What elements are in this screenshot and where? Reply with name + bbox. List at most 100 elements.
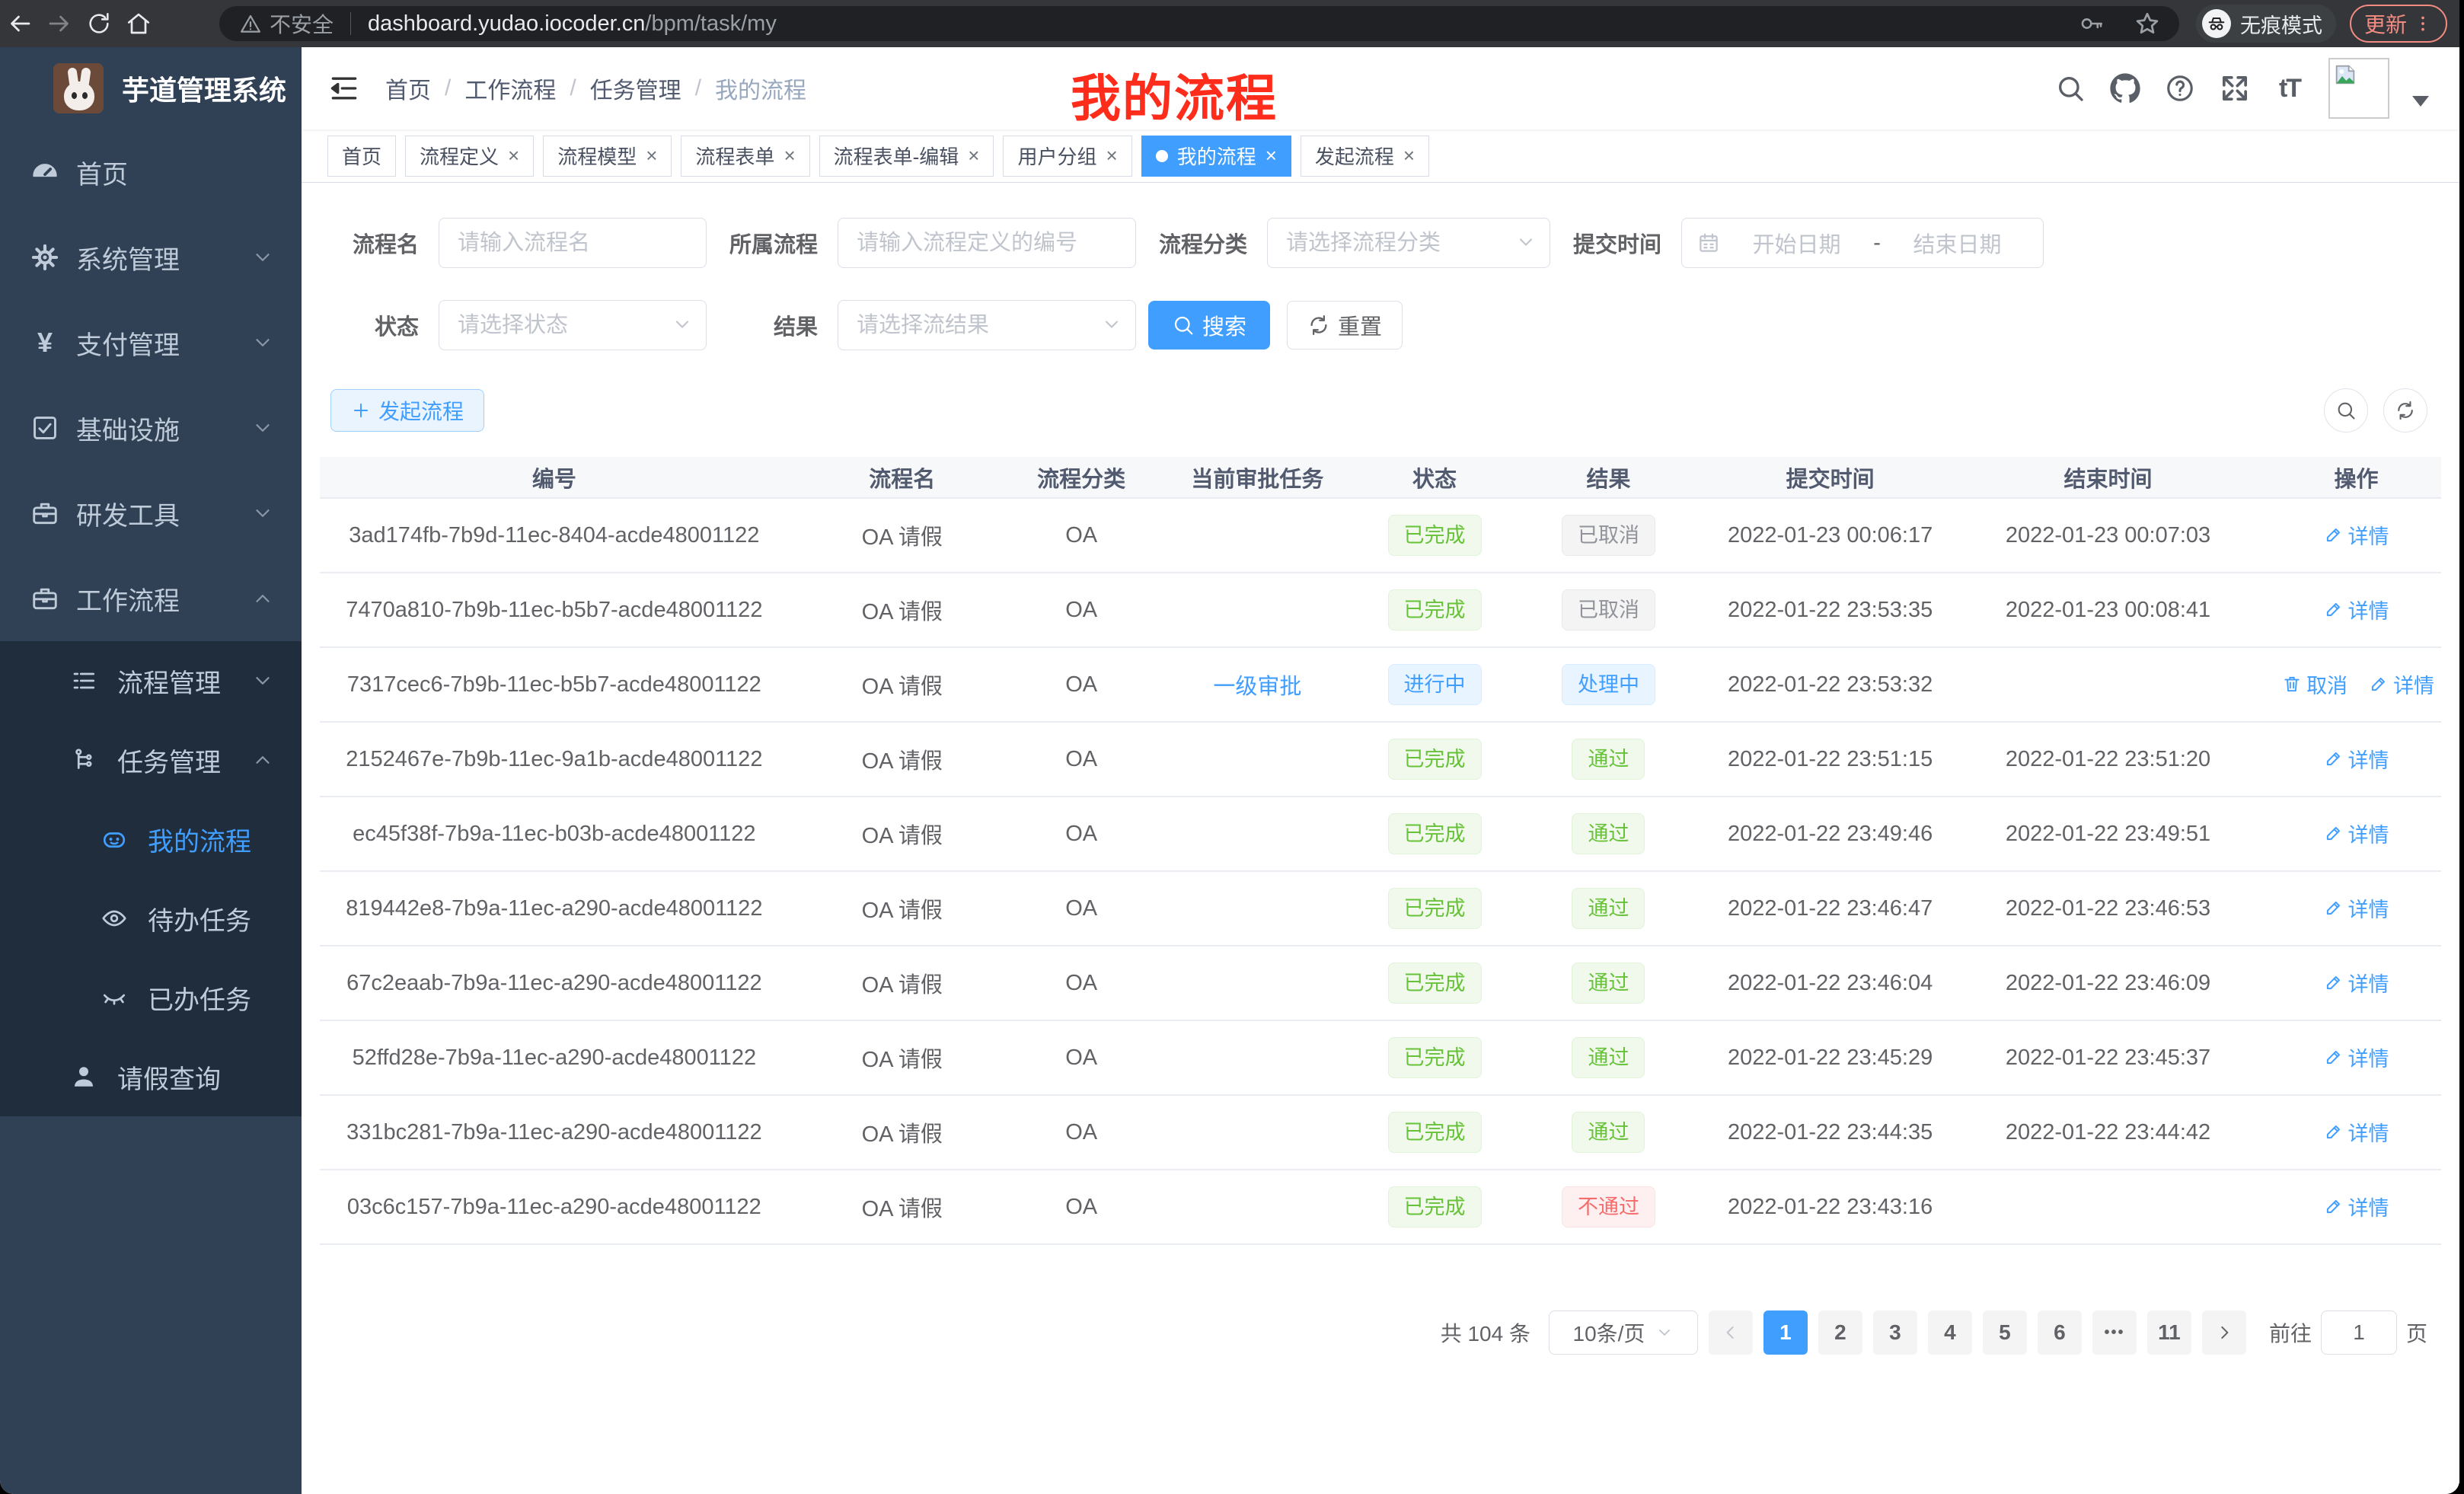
sidebar-item-workflow[interactable]: 工作流程 [0,556,302,641]
close-icon[interactable]: × [1266,144,1277,168]
next-page-button[interactable] [2202,1310,2246,1355]
forward-button[interactable] [40,4,79,43]
key-icon[interactable] [2079,11,2105,37]
hamburger-icon[interactable] [327,72,361,105]
detail-link[interactable]: 详情 [2324,1042,2389,1072]
page-button-11[interactable]: 11 [2147,1310,2191,1355]
reload-button[interactable] [79,4,119,43]
process-name-input[interactable] [439,218,707,268]
more-pages-button[interactable]: ••• [2092,1310,2137,1355]
page-button-5[interactable]: 5 [1983,1310,2027,1355]
detail-link[interactable]: 详情 [2324,819,2389,848]
sidebar-item-my-process[interactable]: 我的流程 [0,800,302,879]
app-logo[interactable]: 芋道管理系统 [0,47,302,129]
page-size-select[interactable]: 10条/页 [1549,1310,1698,1355]
breadcrumb-separator: / [445,75,451,101]
close-icon[interactable]: × [646,144,657,168]
process-definition-input[interactable] [838,218,1136,268]
date-range-picker[interactable]: 开始日期 - 结束日期 [1681,218,2044,268]
page-button-2[interactable]: 2 [1818,1310,1862,1355]
tab-my-process[interactable]: 我的流程× [1141,136,1291,177]
current-task-link[interactable]: 一级审批 [1213,675,1301,699]
tab-process-form-edit[interactable]: 流程表单-编辑× [819,136,994,177]
table-header-row: 编号 流程名 流程分类 当前审批任务 状态 结果 提交时间 结束时间 操作 [320,457,2441,498]
table-row: 67c2eaab-7b9a-11ec-a290-acde48001122 OA … [320,946,2441,1020]
page-button-1[interactable]: 1 [1763,1310,1808,1355]
current-task [1147,1020,1368,1095]
result-select-input[interactable] [838,300,1136,350]
caret-down-icon[interactable] [2412,96,2429,107]
table-search-button[interactable] [2324,388,2368,433]
detail-link[interactable]: 详情 [2369,669,2434,699]
help-icon[interactable] [2164,72,2196,104]
table-refresh-button[interactable] [2383,388,2427,433]
sidebar-item-devtools[interactable]: 研发工具 [0,471,302,556]
process-id: ec45f38f-7b9a-11ec-b03b-acde48001122 [320,796,789,871]
page-button-3[interactable]: 3 [1873,1310,1917,1355]
prev-page-button[interactable] [1709,1310,1753,1355]
sidebar-item-process-mgmt[interactable]: 流程管理 [0,641,302,720]
start-process-button[interactable]: 发起流程 [330,389,484,432]
star-icon[interactable] [2134,10,2161,37]
more-vert-icon[interactable] [2413,14,2433,34]
sidebar-item-payment[interactable]: ¥ 支付管理 [0,300,302,385]
page-button-6[interactable]: 6 [2038,1310,2082,1355]
fullscreen-icon[interactable] [2219,72,2251,104]
detail-link[interactable]: 详情 [2324,595,2389,624]
search-button[interactable]: 搜索 [1148,301,1270,350]
sidebar-item-task-mgmt[interactable]: 任务管理 [0,720,302,800]
security-chip[interactable]: 不安全 [219,12,351,35]
process-category: OA [1016,796,1147,871]
yen-icon: ¥ [30,328,59,357]
sidebar-item-done-tasks[interactable]: 已办任务 [0,958,302,1037]
detail-link[interactable]: 详情 [2324,1192,2389,1221]
close-icon[interactable]: × [968,144,979,168]
sidebar-item-system[interactable]: 系统管理 [0,215,302,300]
sidebar-item-leave-query[interactable]: 请假查询 [0,1037,302,1116]
close-icon[interactable]: × [784,144,795,168]
status-select[interactable] [439,300,707,350]
close-icon[interactable]: × [508,144,519,168]
detail-link[interactable]: 详情 [2324,1117,2389,1147]
process-name: OA 请假 [789,946,1016,1020]
result-badge: 处理中 [1562,664,1655,705]
detail-link[interactable]: 详情 [2324,744,2389,774]
close-icon[interactable]: × [1403,144,1415,168]
breadcrumb-task-mgmt[interactable]: 任务管理 [590,72,681,105]
font-size-icon[interactable]: tT [2274,72,2306,104]
breadcrumb-home[interactable]: 首页 [385,72,431,105]
github-icon[interactable] [2109,72,2141,104]
avatar[interactable] [2328,58,2389,119]
result-select[interactable] [838,300,1136,350]
detail-link[interactable]: 详情 [2324,520,2389,550]
sidebar-item-home[interactable]: 首页 [0,129,302,215]
current-task [1147,946,1368,1020]
start-date-placeholder[interactable]: 开始日期 [1726,227,1867,259]
tab-start-process[interactable]: 发起流程× [1301,136,1429,177]
cancel-link[interactable]: 取消 [2282,669,2348,699]
tab-process-model[interactable]: 流程模型× [543,136,672,177]
home-button[interactable] [119,4,158,43]
detail-link[interactable]: 详情 [2324,893,2389,923]
back-button[interactable] [0,4,40,43]
reset-button[interactable]: 重置 [1287,301,1403,350]
tab-process-definition[interactable]: 流程定义× [405,136,534,177]
tab-home[interactable]: 首页 [327,136,396,177]
close-icon[interactable]: × [1106,144,1118,168]
breadcrumb-current: 我的流程 [715,72,806,105]
sidebar-item-todo-tasks[interactable]: 待办任务 [0,879,302,958]
update-button[interactable]: 更新 [2350,5,2447,43]
end-date-placeholder[interactable]: 结束日期 [1887,227,2028,259]
status-select-input[interactable] [439,300,707,350]
detail-link[interactable]: 详情 [2324,968,2389,998]
search-icon[interactable] [2054,72,2086,104]
category-select-input[interactable] [1267,218,1550,268]
tab-process-form[interactable]: 流程表单× [681,136,809,177]
address-bar[interactable]: 不安全 dashboard.yudao.iocoder.cn/bpm/task/… [219,6,2179,41]
category-select[interactable] [1267,218,1550,268]
jump-input[interactable] [2321,1310,2397,1355]
sidebar-item-infra[interactable]: 基础设施 [0,385,302,471]
page-button-4[interactable]: 4 [1928,1310,1972,1355]
breadcrumb-workflow[interactable]: 工作流程 [464,72,556,105]
tab-user-group[interactable]: 用户分组× [1003,136,1131,177]
